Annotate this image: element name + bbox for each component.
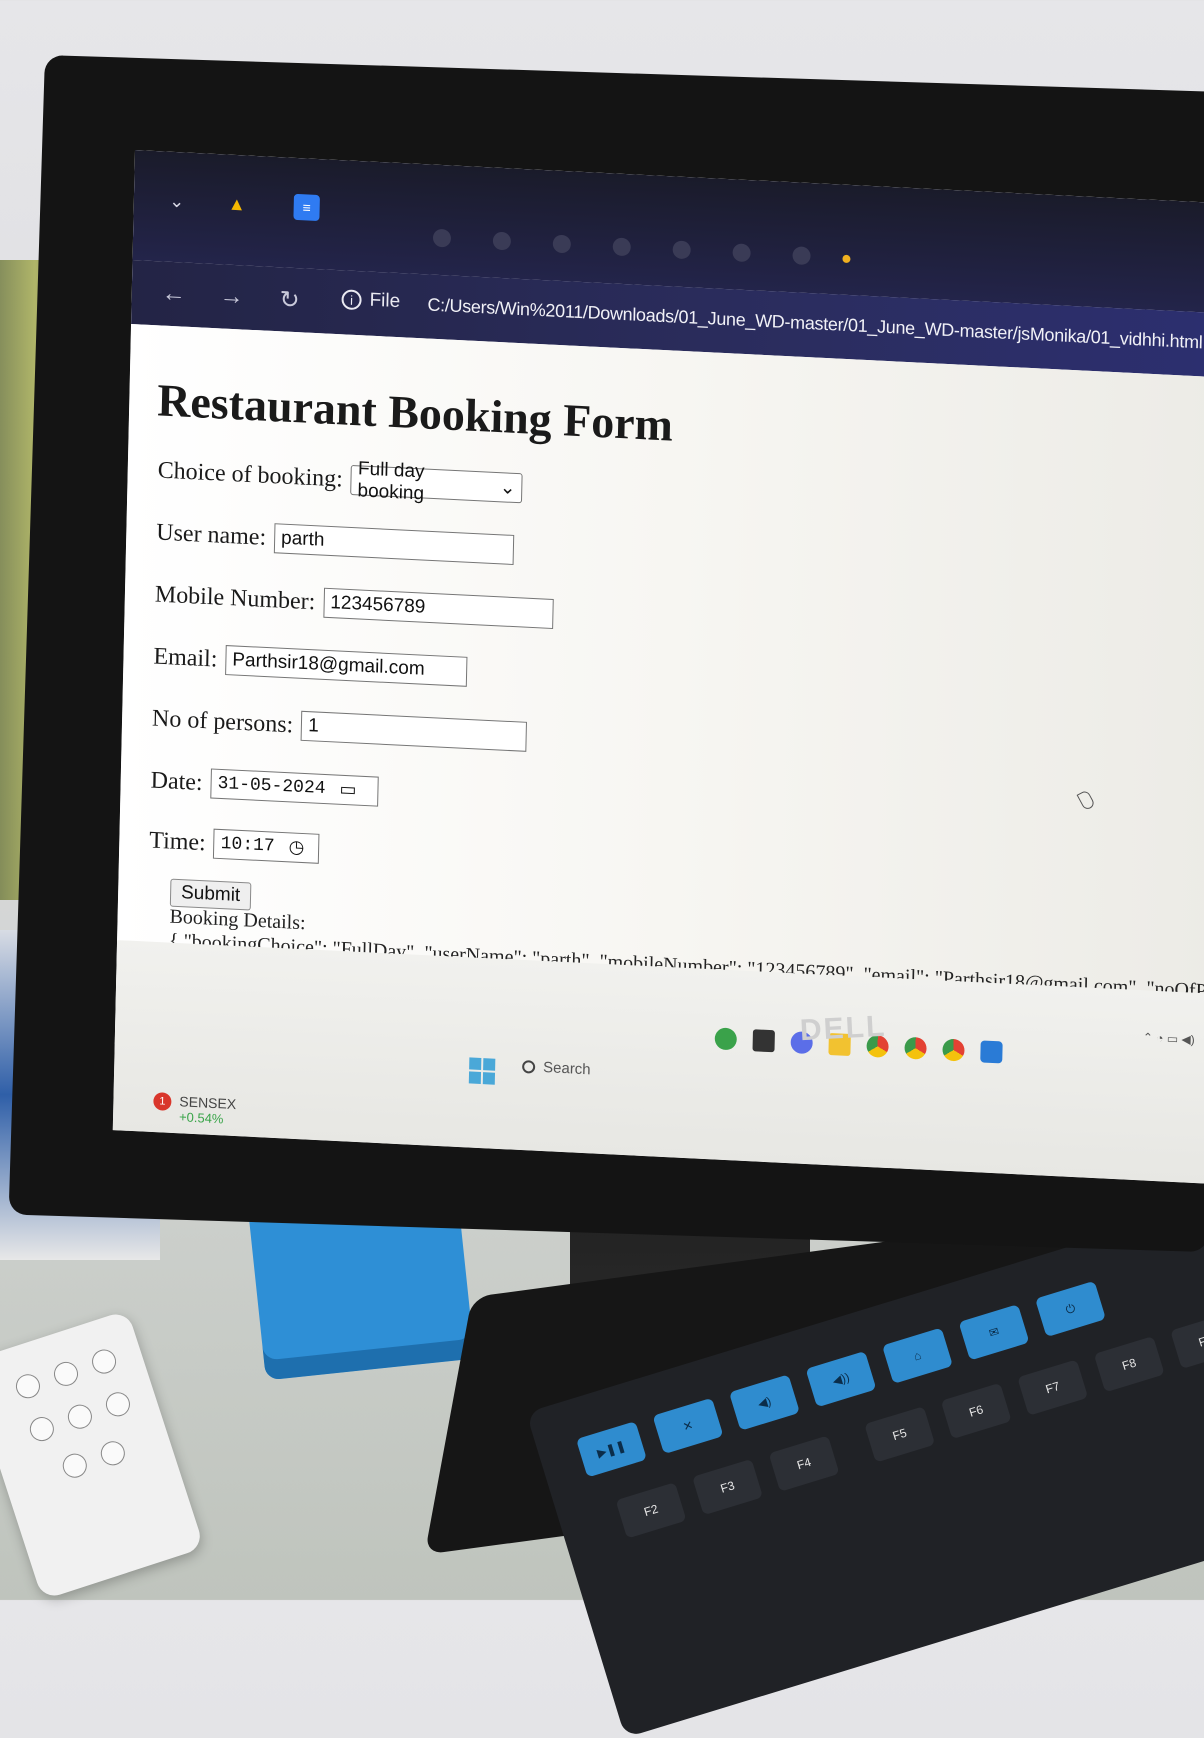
task-view-icon[interactable] <box>752 1029 775 1053</box>
mobile-label: Mobile Number: <box>154 581 316 615</box>
key-f5: F5 <box>864 1406 936 1463</box>
booking-choice-select[interactable]: Full day booking ⌄ <box>350 458 523 505</box>
persons-input[interactable]: 1 <box>300 710 528 752</box>
site-info-label: File <box>369 289 401 313</box>
time-value: 10:17 <box>220 834 275 857</box>
calendar-icon[interactable]: ▭ <box>339 779 356 802</box>
volume-key: ◀) <box>728 1374 800 1431</box>
system-tray[interactable]: ⌃ ◔ ▭ ◀) <box>1143 1030 1195 1047</box>
vscode-icon[interactable] <box>980 1040 1003 1064</box>
date-value: 31-05-2024 <box>217 773 326 800</box>
start-button[interactable] <box>468 1057 496 1085</box>
media-key: ▶❚❚ <box>575 1421 647 1478</box>
clock-icon[interactable]: ◷ <box>288 836 304 859</box>
booking-choice-value: Full day booking <box>357 458 425 505</box>
email-row: Email: Parthsir18@gmail.com <box>153 642 468 687</box>
username-label: User name: <box>156 518 267 551</box>
ticker-badge: 1 <box>153 1092 172 1111</box>
persons-label: No of persons: <box>151 705 294 738</box>
persons-row: No of persons: 1 <box>152 704 528 752</box>
chevron-down-icon: ⌄ <box>499 476 516 499</box>
tab-favicon[interactable] <box>612 237 631 257</box>
taskbar-search[interactable]: Search <box>522 1058 591 1078</box>
chrome-icon[interactable] <box>904 1036 927 1060</box>
tab-notification-dot <box>842 254 851 264</box>
remote-button <box>59 1450 90 1481</box>
drive-icon[interactable]: ▲ <box>223 190 250 217</box>
key-f3: F3 <box>692 1458 764 1516</box>
key-f7: F7 <box>1017 1359 1089 1416</box>
page-title: Restaurant Booking Form <box>156 374 674 451</box>
widgets-icon[interactable] <box>714 1027 738 1051</box>
tab-favicon[interactable] <box>432 228 452 248</box>
search-icon <box>522 1060 536 1074</box>
key-f9: F9 <box>1170 1312 1204 1370</box>
remote-button <box>50 1358 82 1390</box>
booking-choice-row: Choice of booking: Full day booking ⌄ <box>157 455 523 505</box>
booking-choice-label: Choice of booking: <box>157 456 344 493</box>
mail-key: ✉ <box>958 1304 1030 1361</box>
mobile-input[interactable]: 123456789 <box>323 587 554 629</box>
reload-icon[interactable]: ↻ <box>279 285 300 315</box>
email-input[interactable]: Parthsir18@gmail.com <box>225 645 468 687</box>
remote-control <box>0 1309 205 1601</box>
docs-icon[interactable]: ≡ <box>293 193 320 222</box>
remote-button <box>97 1438 128 1469</box>
home-key: ⌂ <box>881 1327 953 1384</box>
tab-favicon[interactable] <box>552 234 572 254</box>
time-row: Time: 10:17 ◷ <box>149 826 320 864</box>
date-label: Date: <box>150 767 203 796</box>
username-input[interactable]: parth <box>273 523 515 565</box>
back-arrow-icon[interactable]: ← <box>161 279 186 308</box>
media-key: ✕ <box>652 1397 724 1455</box>
mouse-cursor-icon <box>1076 789 1096 812</box>
remote-button <box>64 1401 96 1432</box>
key-f8: F8 <box>1093 1336 1165 1393</box>
email-label: Email: <box>153 643 218 673</box>
tab-list-chevron-icon[interactable]: ⌄ <box>164 187 191 214</box>
ticker-change: +0.54% <box>178 1109 224 1127</box>
key-f6: F6 <box>940 1382 1012 1440</box>
date-row: Date: 31-05-2024 ▭ <box>150 766 379 807</box>
key-f2: F2 <box>615 1482 687 1539</box>
chrome-icon[interactable] <box>942 1038 965 1062</box>
forward-arrow-icon[interactable]: → <box>219 282 244 311</box>
remote-button <box>12 1371 44 1402</box>
taskbar-search-label: Search <box>542 1059 591 1079</box>
time-input[interactable]: 10:17 ◷ <box>213 828 320 864</box>
tab-favicon[interactable] <box>792 246 811 266</box>
date-input[interactable]: 31-05-2024 ▭ <box>210 768 379 807</box>
monitor-brand-logo: DELL <box>799 1009 888 1048</box>
stock-ticker-widget[interactable]: 1 SENSEX +0.54% <box>153 1092 236 1127</box>
username-row: User name: parth <box>156 517 515 565</box>
remote-button <box>102 1389 134 1420</box>
volume-key: ◀)) <box>805 1350 877 1408</box>
monitor-screen: ⌄ ▲ ≡ ← → ↻ i File C:/Users/Win%2011/Dow… <box>112 150 1204 1184</box>
pc-key: ⏻ <box>1035 1280 1106 1338</box>
site-info-chip[interactable]: i File <box>341 288 400 313</box>
info-icon: i <box>341 289 362 311</box>
key-f4: F4 <box>768 1435 840 1492</box>
tab-favicon[interactable] <box>672 240 691 260</box>
time-label: Time: <box>149 827 207 856</box>
remote-button <box>26 1413 57 1445</box>
tab-favicon[interactable] <box>732 243 751 263</box>
mobile-row: Mobile Number: 123456789 <box>155 580 554 629</box>
remote-button <box>88 1346 120 1377</box>
tab-favicon[interactable] <box>492 231 512 251</box>
